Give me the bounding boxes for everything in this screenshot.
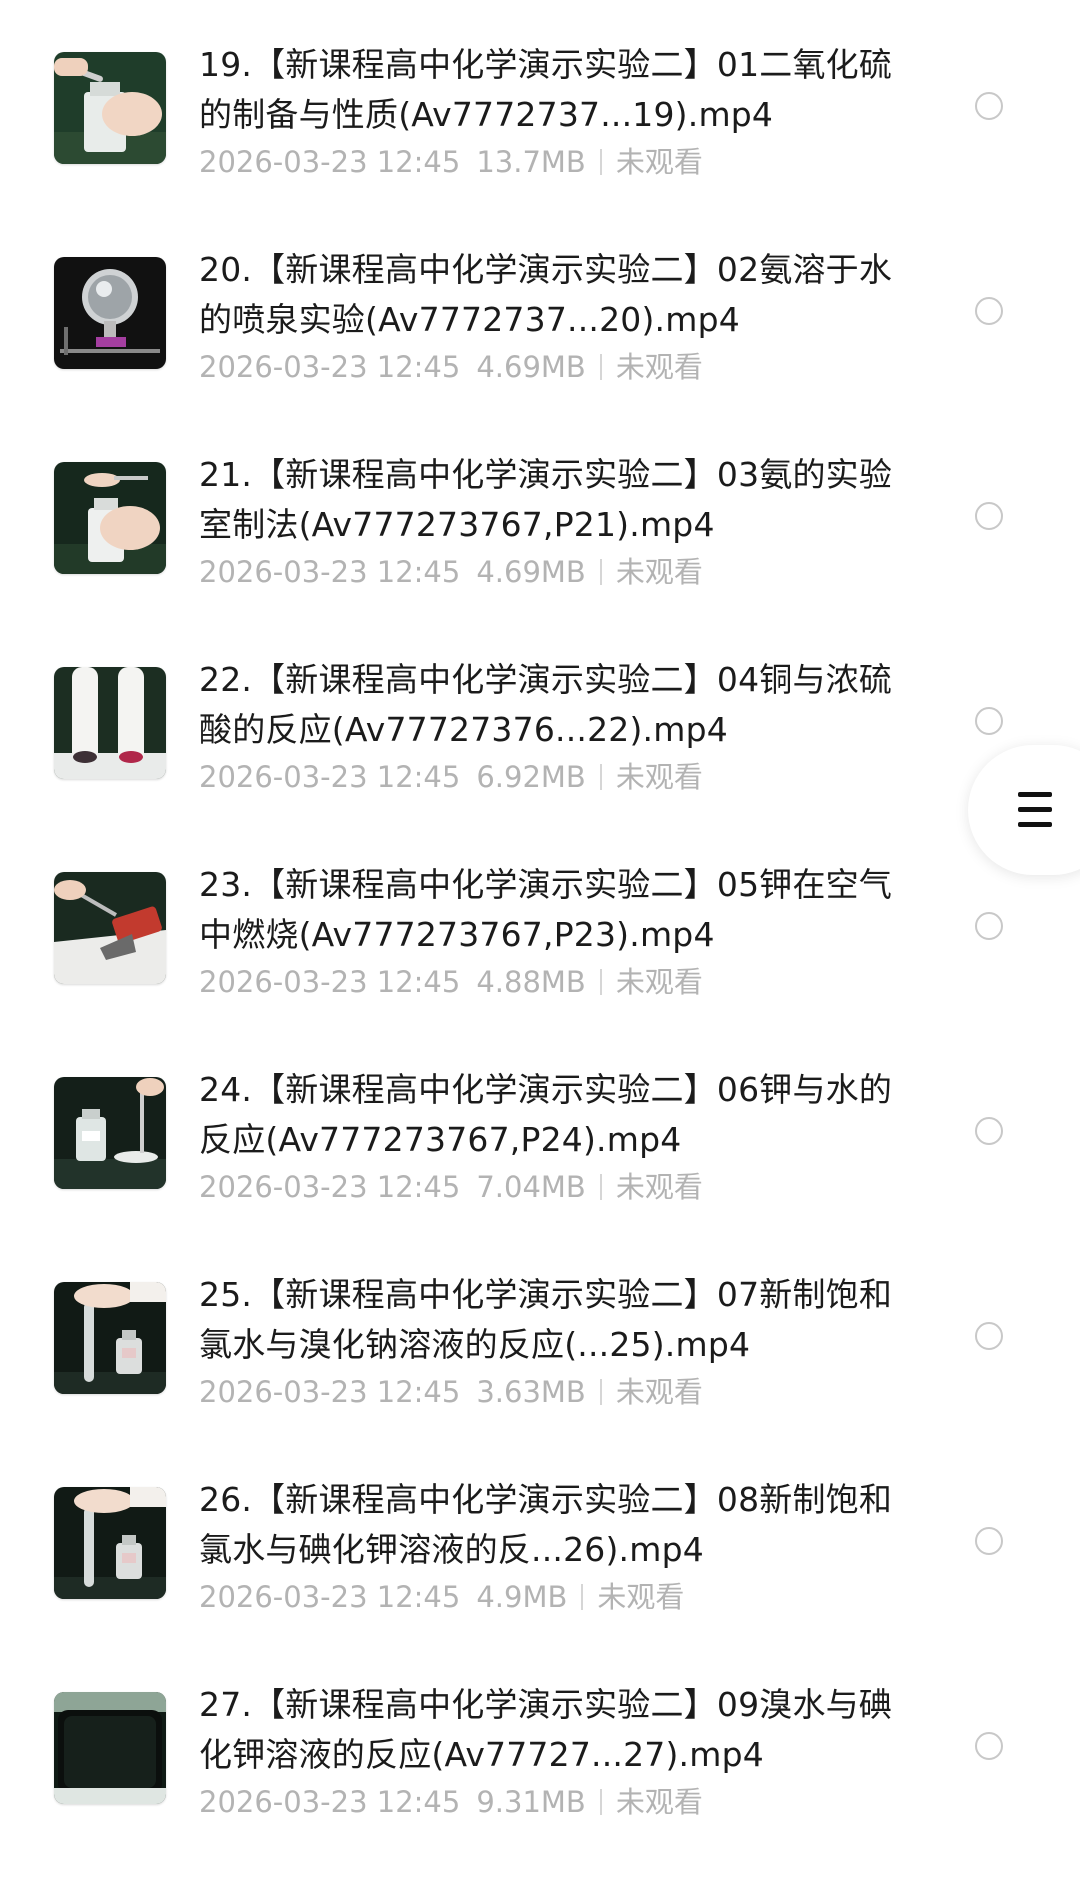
video-thumbnail[interactable] (54, 667, 166, 779)
list-item[interactable]: 21.【新课程高中化学演示实验二】03氨的实验室制法(Av777273767,P… (0, 442, 1080, 647)
video-size: 7.04MB (476, 1170, 586, 1204)
video-date: 2026-03-23 12:45 (199, 1580, 461, 1614)
select-radio-button[interactable] (975, 92, 1003, 120)
video-title[interactable]: 23.【新课程高中化学演示实验二】05钾在空气中燃烧(Av777273767,P… (199, 860, 899, 960)
video-title[interactable]: 24.【新课程高中化学演示实验二】06钾与水的反应(Av777273767,P2… (199, 1065, 899, 1165)
select-radio-button[interactable] (975, 707, 1003, 735)
meta-divider (581, 1584, 584, 1610)
video-meta: 2026-03-23 12:45 4.69MB 未观看 (199, 347, 703, 387)
list-item[interactable]: 24.【新课程高中化学演示实验二】06钾与水的反应(Av777273767,P2… (0, 1057, 1080, 1262)
video-date: 2026-03-23 12:45 (199, 965, 461, 999)
watch-status: 未观看 (597, 1580, 685, 1614)
select-radio-button[interactable] (975, 1527, 1003, 1555)
video-thumbnail[interactable] (54, 52, 166, 164)
video-date: 2026-03-23 12:45 (199, 1375, 461, 1409)
test-tubes-thumbnail-icon (54, 667, 166, 779)
list-item[interactable]: 23.【新课程高中化学演示实验二】05钾在空气中燃烧(Av777273767,P… (0, 852, 1080, 1057)
watch-status: 未观看 (615, 965, 703, 999)
video-thumbnail[interactable] (54, 1487, 166, 1599)
list-item[interactable]: 20.【新课程高中化学演示实验二】02氨溶于水的喷泉实验(Av7772737..… (0, 237, 1080, 442)
select-radio-button[interactable] (975, 1732, 1003, 1760)
video-meta: 2026-03-23 12:45 13.7MB 未观看 (199, 142, 703, 182)
hand-bottle-thumbnail-icon (54, 52, 166, 164)
watch-status: 未观看 (615, 145, 703, 179)
select-radio-button[interactable] (975, 502, 1003, 530)
meta-divider (599, 1789, 602, 1815)
video-file-list: 19.【新课程高中化学演示实验二】01二氧化硫的制备与性质(Av7772737.… (0, 32, 1080, 1877)
select-radio-button[interactable] (975, 1117, 1003, 1145)
video-title[interactable]: 26.【新课程高中化学演示实验二】08新制饱和氯水与碘化钾溶液的反...26).… (199, 1475, 899, 1575)
test-tube-bottle-thumbnail-icon (54, 1282, 166, 1394)
video-size: 13.7MB (476, 145, 586, 179)
watch-status: 未观看 (615, 1785, 703, 1819)
video-meta: 2026-03-23 12:45 9.31MB 未观看 (199, 1782, 703, 1822)
video-thumbnail[interactable] (54, 1692, 166, 1804)
video-title[interactable]: 20.【新课程高中化学演示实验二】02氨溶于水的喷泉实验(Av7772737..… (199, 245, 899, 345)
watch-status: 未观看 (615, 555, 703, 589)
watch-status: 未观看 (615, 1170, 703, 1204)
video-date: 2026-03-23 12:45 (199, 1170, 461, 1204)
meta-divider (599, 969, 602, 995)
select-radio-button[interactable] (975, 297, 1003, 325)
video-meta: 2026-03-23 12:45 7.04MB 未观看 (199, 1167, 703, 1207)
video-date: 2026-03-23 12:45 (199, 350, 461, 384)
hand-bottle-thumbnail-icon (54, 462, 166, 574)
meta-divider (599, 559, 602, 585)
meta-divider (599, 1379, 602, 1405)
video-thumbnail[interactable] (54, 1077, 166, 1189)
list-item[interactable]: 19.【新课程高中化学演示实验二】01二氧化硫的制备与性质(Av7772737.… (0, 32, 1080, 237)
list-item[interactable]: 22.【新课程高中化学演示实验二】04铜与浓硫酸的反应(Av77727376..… (0, 647, 1080, 852)
video-size: 3.63MB (476, 1375, 586, 1409)
hamburger-menu-icon (1018, 792, 1052, 828)
tweezers-thumbnail-icon (54, 872, 166, 984)
video-meta: 2026-03-23 12:45 3.63MB 未观看 (199, 1372, 703, 1412)
video-thumbnail[interactable] (54, 1282, 166, 1394)
select-radio-button[interactable] (975, 1322, 1003, 1350)
watch-status: 未观看 (615, 350, 703, 384)
meta-divider (599, 1174, 602, 1200)
watch-status: 未观看 (615, 760, 703, 794)
video-size: 4.69MB (476, 555, 586, 589)
meta-divider (599, 764, 602, 790)
video-meta: 2026-03-23 12:45 6.92MB 未观看 (199, 757, 703, 797)
watch-status: 未观看 (615, 1375, 703, 1409)
video-date: 2026-03-23 12:45 (199, 760, 461, 794)
video-title[interactable]: 21.【新课程高中化学演示实验二】03氨的实验室制法(Av777273767,P… (199, 450, 899, 550)
select-radio-button[interactable] (975, 912, 1003, 940)
meta-divider (599, 354, 602, 380)
flask-thumbnail-icon (54, 257, 166, 369)
video-meta: 2026-03-23 12:45 4.9MB 未观看 (199, 1577, 684, 1617)
bottle-dish-thumbnail-icon (54, 1077, 166, 1189)
video-title[interactable]: 22.【新课程高中化学演示实验二】04铜与浓硫酸的反应(Av77727376..… (199, 655, 899, 755)
video-date: 2026-03-23 12:45 (199, 555, 461, 589)
video-size: 4.69MB (476, 350, 586, 384)
list-item[interactable]: 25.【新课程高中化学演示实验二】07新制饱和氯水与溴化钠溶液的反应(...25… (0, 1262, 1080, 1467)
video-meta: 2026-03-23 12:45 4.88MB 未观看 (199, 962, 703, 1002)
video-thumbnail[interactable] (54, 872, 166, 984)
video-size: 4.88MB (476, 965, 586, 999)
video-title[interactable]: 27.【新课程高中化学演示实验二】09溴水与碘化钾溶液的反应(Av77727..… (199, 1680, 899, 1780)
video-size: 9.31MB (476, 1785, 586, 1819)
list-item[interactable]: 27.【新课程高中化学演示实验二】09溴水与碘化钾溶液的反应(Av77727..… (0, 1672, 1080, 1877)
dark-solution-thumbnail-icon (54, 1692, 166, 1804)
video-thumbnail[interactable] (54, 462, 166, 574)
video-date: 2026-03-23 12:45 (199, 1785, 461, 1819)
meta-divider (599, 149, 602, 175)
video-size: 6.92MB (476, 760, 586, 794)
video-date: 2026-03-23 12:45 (199, 145, 461, 179)
video-thumbnail[interactable] (54, 257, 166, 369)
video-title[interactable]: 19.【新课程高中化学演示实验二】01二氧化硫的制备与性质(Av7772737.… (199, 40, 899, 140)
list-item[interactable]: 26.【新课程高中化学演示实验二】08新制饱和氯水与碘化钾溶液的反...26).… (0, 1467, 1080, 1672)
test-tube-bottle-thumbnail-icon (54, 1487, 166, 1599)
video-meta: 2026-03-23 12:45 4.69MB 未观看 (199, 552, 703, 592)
video-size: 4.9MB (476, 1580, 568, 1614)
video-title[interactable]: 25.【新课程高中化学演示实验二】07新制饱和氯水与溴化钠溶液的反应(...25… (199, 1270, 899, 1370)
